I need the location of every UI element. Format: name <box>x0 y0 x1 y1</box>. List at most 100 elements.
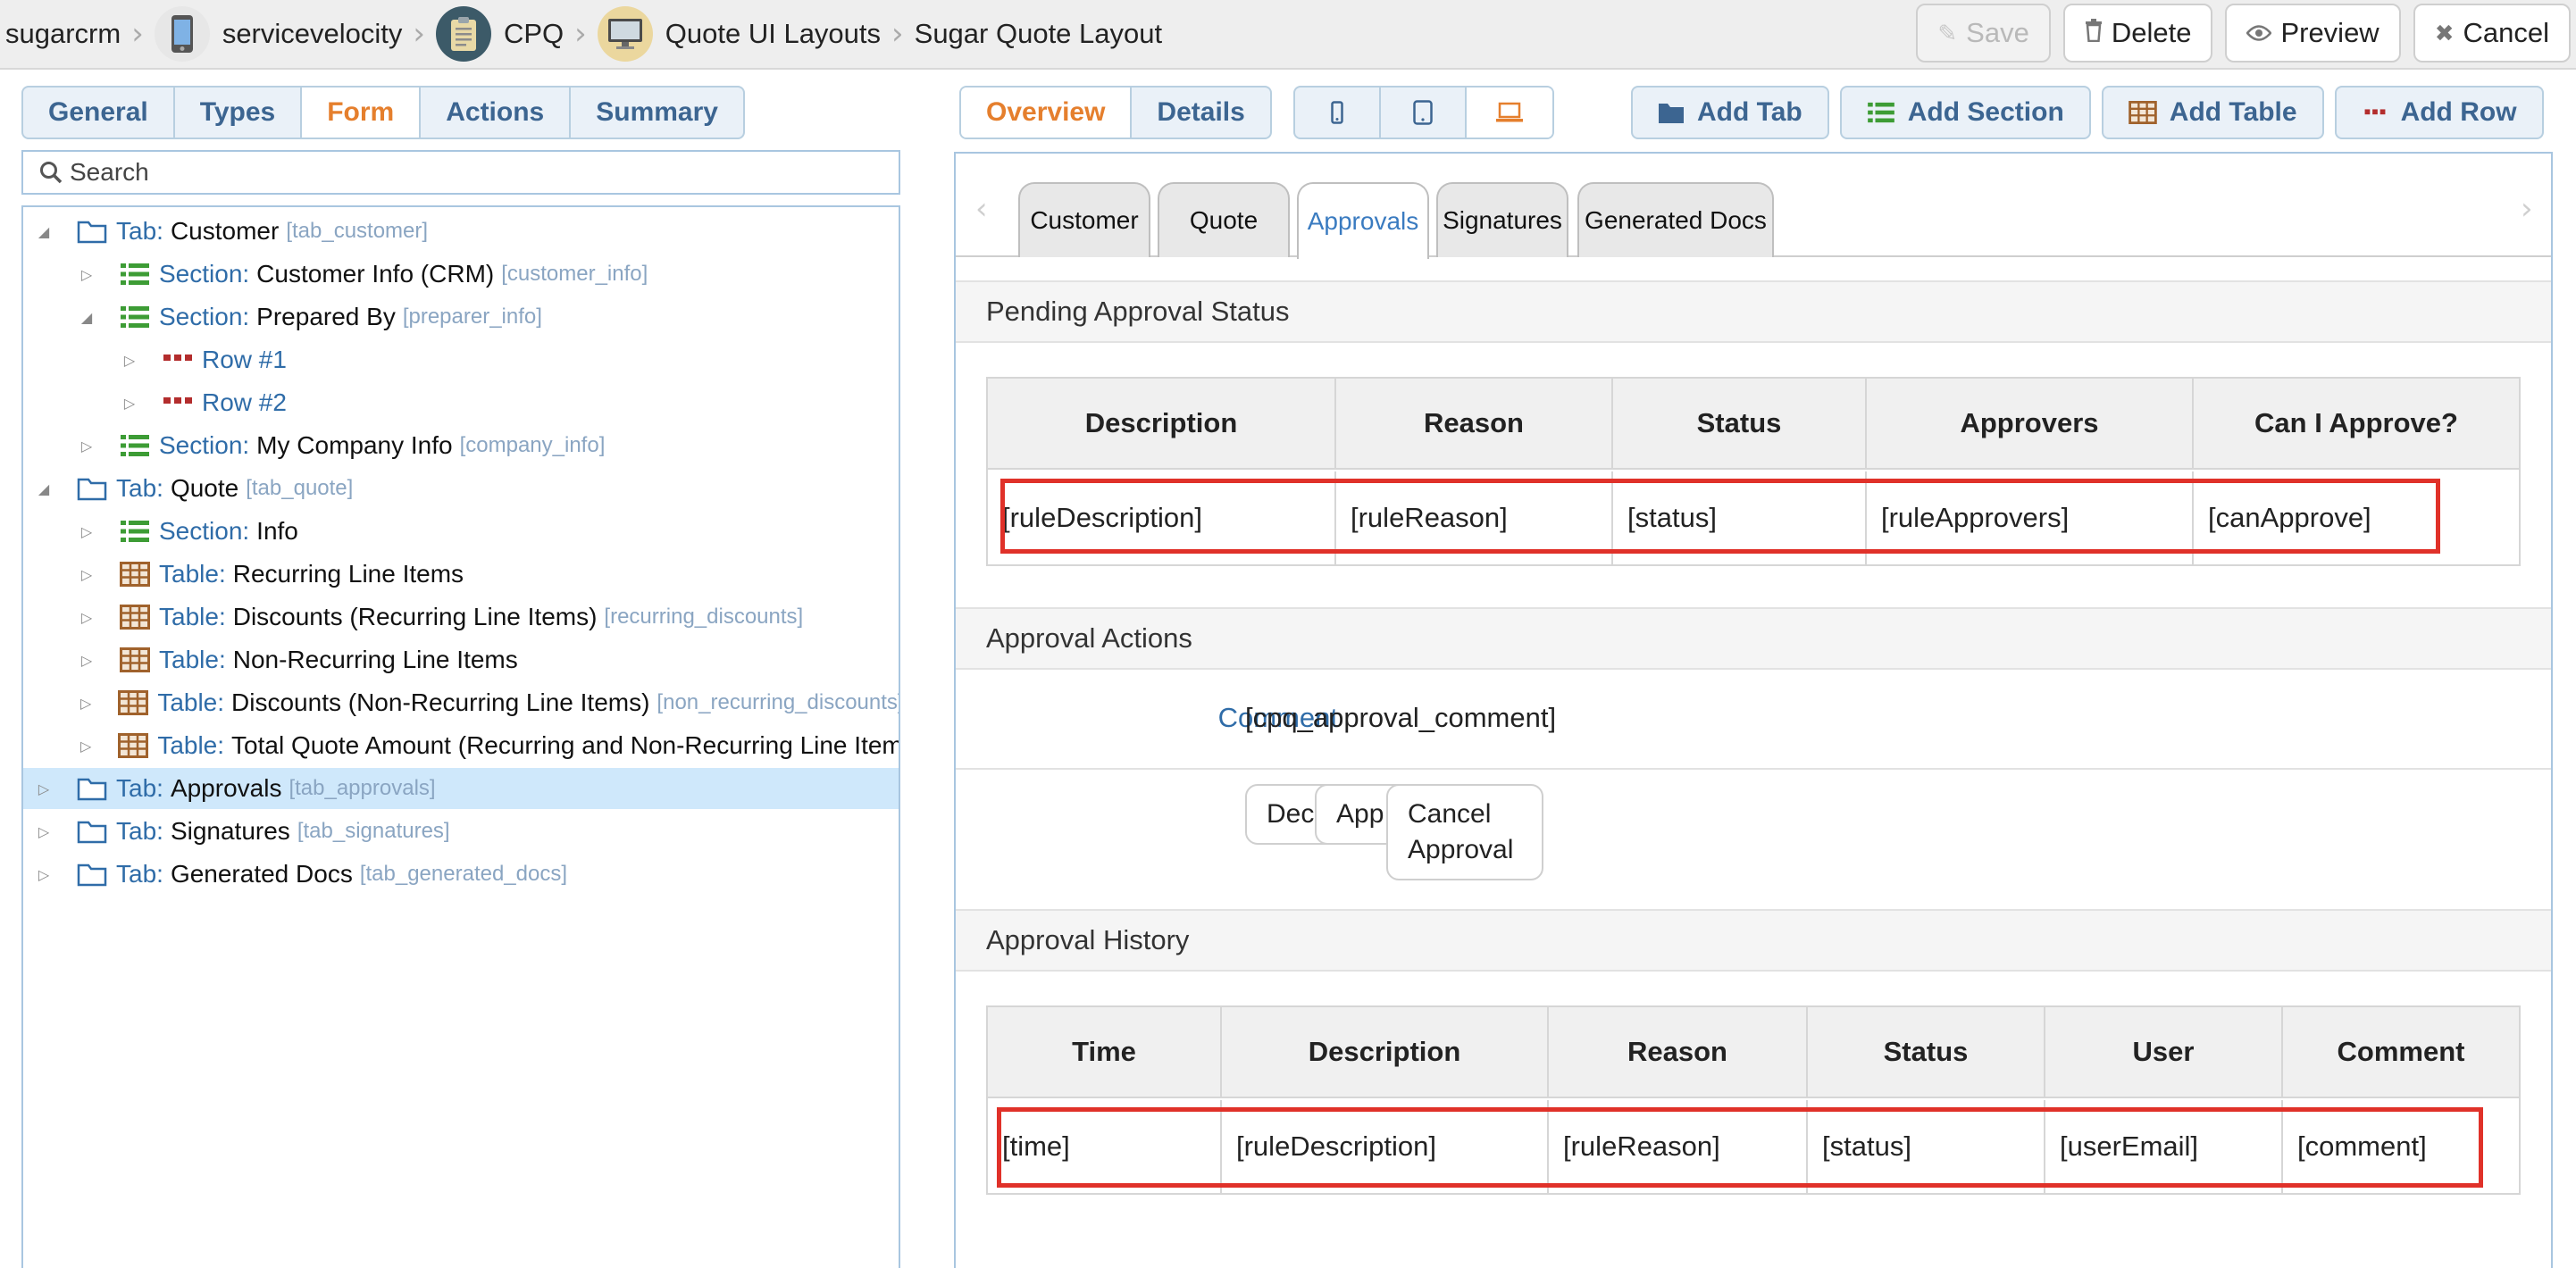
desktop-view-button[interactable] <box>1467 88 1552 138</box>
tab-general[interactable]: General <box>23 88 175 138</box>
tree-kind: Section: <box>159 260 250 288</box>
column-header: Description <box>1222 1007 1549 1097</box>
tree-item-tab-approvals[interactable]: ▷ Tab: Approvals [tab_approvals] <box>23 768 899 809</box>
tree-kind: Tab: <box>116 817 163 845</box>
breadcrumb-item-cpq[interactable]: CPQ <box>435 6 564 62</box>
tree-kind: Tab: <box>116 774 163 802</box>
folder-icon <box>77 775 107 802</box>
tab-details[interactable]: Details <box>1132 88 1269 138</box>
tab-types[interactable]: Types <box>175 88 303 138</box>
breadcrumb-item-sugarcrm[interactable]: sugarcrm <box>5 18 121 50</box>
clipboard-icon <box>435 6 491 62</box>
pencil-icon: ✎ <box>1937 19 1958 46</box>
tree-item-tab-generated-docs[interactable]: ▷ Tab: Generated Docs [tab_generated_docs] <box>23 854 899 895</box>
table-icon <box>118 732 149 759</box>
collapsed-icon[interactable]: ▷ <box>80 609 93 626</box>
search-placeholder: Search <box>70 158 149 186</box>
tree-name: Prepared By <box>256 303 396 330</box>
list-icon <box>120 304 150 330</box>
collapsed-icon[interactable]: ▷ <box>80 566 93 583</box>
expanded-icon[interactable]: ◢ <box>80 309 93 326</box>
form-tab-bar: ‹ Customer Quote Approvals Signatures Ge… <box>956 154 2551 259</box>
breadcrumb-label: servicevelocity <box>222 18 403 49</box>
tree-kind: Table: <box>159 646 226 673</box>
expanded-icon[interactable]: ◢ <box>38 480 50 497</box>
list-icon <box>120 432 150 459</box>
chevron-right-icon[interactable]: › <box>2521 191 2533 227</box>
tree-item-section-prepared-by[interactable]: ◢ Section: Prepared By [preparer_info] <box>23 296 899 338</box>
tree-key: [customer_info] <box>501 262 648 286</box>
expanded-icon[interactable]: ◢ <box>38 223 50 240</box>
phone-icon <box>1331 101 1343 124</box>
tree-item-tab-signatures[interactable]: ▷ Tab: Signatures [tab_signatures] <box>23 811 899 852</box>
tree-kind: Table: <box>159 603 226 630</box>
breadcrumb-item-servicevelocity[interactable]: servicevelocity <box>154 6 403 62</box>
close-icon: ✖ <box>2434 19 2455 46</box>
section-header-actions: Approval Actions <box>956 607 2551 670</box>
breadcrumb-item-current: Sugar Quote Layout <box>915 18 1162 50</box>
tree-item-row-1[interactable]: ▷ Row #1 <box>23 339 899 380</box>
search-box[interactable]: Search <box>21 150 900 195</box>
tree-kind: Tab: <box>116 474 163 502</box>
tree-item-tab-quote[interactable]: ◢ Tab: Quote [tab_quote] <box>23 468 899 509</box>
collapsed-icon[interactable]: ▷ <box>38 780 50 797</box>
tree-kind: Section: <box>159 303 250 330</box>
tree-item-row-2[interactable]: ▷ Row #2 <box>23 382 899 423</box>
tab-overview[interactable]: Overview <box>961 88 1133 138</box>
collapsed-icon[interactable]: ▷ <box>123 395 136 412</box>
delete-button[interactable]: Delete <box>2062 4 2213 63</box>
form-preview: ‹ Customer Quote Approvals Signatures Ge… <box>954 152 2553 1268</box>
tablet-view-button[interactable] <box>1381 88 1467 138</box>
tree-item-table-discounts-recurring[interactable]: ▷ Table: Discounts (Recurring Line Items)… <box>23 596 899 638</box>
collapsed-icon[interactable]: ▷ <box>38 866 50 883</box>
add-section-button[interactable]: Add Section <box>1839 86 2091 139</box>
tree-item-table-total-quote-amount[interactable]: ▷ Table: Total Quote Amount (Recurring an… <box>23 725 899 766</box>
collapsed-icon[interactable]: ▷ <box>80 738 91 755</box>
tree-item-section-my-company-info[interactable]: ▷ Section: My Company Info [company_info] <box>23 425 899 466</box>
tree-item-table-non-recurring-line-items[interactable]: ▷ Table: Non-Recurring Line Items <box>23 639 899 680</box>
tree-item-table-discounts-non-recurring[interactable]: ▷ Table: Discounts (Non-Recurring Line It… <box>23 682 899 723</box>
collapsed-icon[interactable]: ▷ <box>38 823 50 840</box>
form-tab-generated-docs[interactable]: Generated Docs <box>1577 182 1774 257</box>
tree-item-table-recurring-line-items[interactable]: ▷ Table: Recurring Line Items <box>23 554 899 595</box>
tab-actions[interactable]: Actions <box>421 88 572 138</box>
add-tab-button[interactable]: Add Tab <box>1631 86 1829 139</box>
tree-item-section-info[interactable]: ▷ Section: Info <box>23 511 899 552</box>
add-row-button[interactable]: Add Row <box>2334 86 2544 139</box>
tab-form[interactable]: Form <box>302 88 422 138</box>
breadcrumb-item-quote-ui-layouts[interactable]: Quote UI Layouts <box>597 6 882 62</box>
highlight-box <box>997 1107 2483 1188</box>
column-header: Description <box>988 379 1336 468</box>
phone-view-button[interactable] <box>1295 88 1381 138</box>
collapsed-icon[interactable]: ▷ <box>80 695 91 712</box>
chevron-right-icon: › <box>891 16 904 52</box>
tab-summary[interactable]: Summary <box>571 88 743 138</box>
cancel-button[interactable]: ✖ Cancel <box>2413 4 2571 63</box>
preview-button[interactable]: Preview <box>2225 4 2401 63</box>
chevron-right-icon: › <box>574 16 587 52</box>
collapsed-icon[interactable]: ▷ <box>80 266 93 283</box>
tree-item-tab-customer[interactable]: ◢ Tab: Customer [tab_customer] <box>23 211 899 252</box>
breadcrumb-label: Quote UI Layouts <box>665 18 882 49</box>
add-table-button[interactable]: Add Table <box>2101 86 2324 139</box>
table-icon <box>118 689 149 716</box>
collapsed-icon[interactable]: ▷ <box>80 652 93 669</box>
tree-name: Quote <box>170 474 239 502</box>
form-tab-quote[interactable]: Quote <box>1158 182 1290 257</box>
tree-item-section-customer-info[interactable]: ▷ Section: Customer Info (CRM) [customer_i… <box>23 254 899 295</box>
collapsed-icon[interactable]: ▷ <box>123 352 136 369</box>
collapsed-icon[interactable]: ▷ <box>80 523 93 540</box>
tree-kind: Tab: <box>116 217 163 245</box>
tree-key: [recurring_discounts] <box>604 605 804 629</box>
form-tab-customer[interactable]: Customer <box>1018 182 1150 257</box>
collapsed-icon[interactable]: ▷ <box>80 438 93 455</box>
comment-field[interactable]: [cpq_approval_comment] <box>1245 702 1556 734</box>
form-tab-approvals[interactable]: Approvals <box>1297 182 1429 259</box>
chevron-right-icon: › <box>131 16 144 52</box>
cancel-approval-button[interactable]: Cancel Approval <box>1386 784 1543 880</box>
form-tab-signatures[interactable]: Signatures <box>1436 182 1568 257</box>
save-button[interactable]: ✎ Save <box>1916 4 2051 63</box>
tree-key: [tab_customer] <box>286 219 429 243</box>
chevron-left-icon[interactable]: ‹ <box>975 191 988 227</box>
tree-name: Discounts (Non-Recurring Line Items) <box>231 688 650 716</box>
